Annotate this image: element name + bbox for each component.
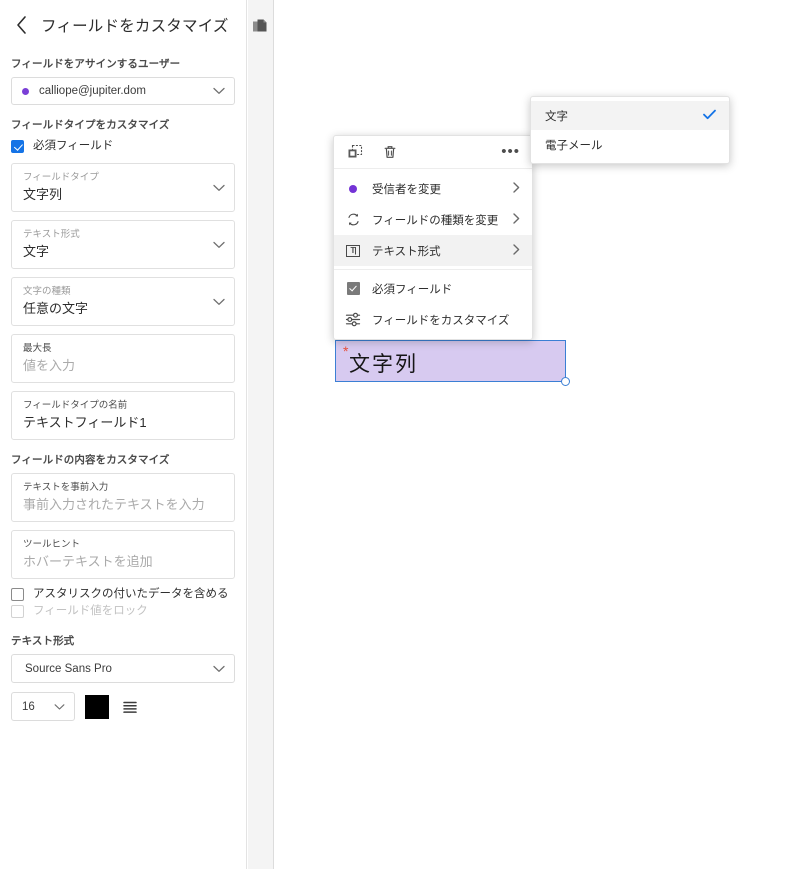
- required-field-checkbox[interactable]: [11, 140, 24, 153]
- recipient-dot-icon: [345, 181, 361, 197]
- tooltip-input[interactable]: ツールヒント ホバーテキストを追加: [11, 530, 235, 579]
- field-type-name-label: フィールドタイプの名前: [23, 400, 128, 411]
- chevron-down-icon: [54, 703, 65, 710]
- submenu-item-email[interactable]: 電子メール: [531, 130, 729, 159]
- submenu-item-label: 電子メール: [545, 139, 603, 152]
- text-format-label: テキスト形式: [23, 229, 80, 240]
- lock-field-value-checkbox: [11, 605, 24, 618]
- text-format-icon: T|: [345, 243, 361, 259]
- tooltip-placeholder: ホバーテキストを追加: [23, 554, 153, 569]
- customize-field-sidebar: フィールドをカスタマイズ フィールドをアサインするユーザー calliope@j…: [0, 0, 247, 869]
- recipient-value: calliope@jupiter.dom: [39, 85, 146, 97]
- lock-field-value-checkbox-row: フィールド値をロック: [0, 604, 246, 619]
- field-context-menu: ••• 受信者を変更 フィールドの種類を変更 T| テキスト形式 必須フィールド…: [333, 135, 533, 340]
- font-size-value: 16: [22, 700, 35, 713]
- document-text-field[interactable]: * 文字列: [335, 340, 570, 386]
- submenu-item-text[interactable]: 文字: [531, 101, 729, 130]
- font-color-swatch[interactable]: [85, 694, 109, 719]
- panel-header: フィールドをカスタマイズ: [0, 0, 246, 44]
- more-options-icon[interactable]: •••: [501, 144, 520, 159]
- menu-item-label: 必須フィールド: [372, 283, 453, 296]
- font-family-select[interactable]: Source Sans Pro: [11, 654, 235, 683]
- recipient-field-wrap: calliope@jupiter.dom: [0, 77, 246, 105]
- chevron-down-icon: [213, 87, 225, 95]
- menu-item-label: フィールドをカスタマイズ: [372, 314, 510, 327]
- chevron-right-icon: [513, 242, 520, 260]
- prefill-text-input[interactable]: テキストを事前入力 事前入力されたテキストを入力: [11, 473, 235, 522]
- document-canvas[interactable]: ••• 受信者を変更 フィールドの種類を変更 T| テキスト形式 必須フィールド…: [275, 0, 801, 869]
- include-asterisk-data-label: アスタリスクの付いたデータを含める: [33, 588, 229, 600]
- submenu-item-label: 文字: [545, 110, 568, 123]
- trash-icon[interactable]: [380, 142, 400, 162]
- character-type-label: 文字の種類: [23, 286, 71, 297]
- section-label-assign-user: フィールドをアサインするユーザー: [11, 58, 181, 70]
- change-field-type-icon: [345, 212, 361, 228]
- character-type-value: 任意の文字: [23, 301, 89, 316]
- context-menu-items: 受信者を変更 フィールドの種類を変更 T| テキスト形式 必須フィールド フィー…: [334, 169, 532, 335]
- max-length-placeholder: 値を入力: [23, 358, 76, 373]
- field-type-name-value: テキストフィールド1: [23, 415, 147, 430]
- chevron-right-icon: [513, 180, 520, 198]
- font-size-select[interactable]: 16: [11, 692, 75, 721]
- text-format-select[interactable]: テキスト形式 文字: [11, 220, 235, 269]
- sliders-icon: [345, 312, 361, 328]
- application-window: フィールドをカスタマイズ フィールドをアサインするユーザー calliope@j…: [0, 0, 801, 869]
- text-format-value: 文字: [23, 244, 50, 259]
- left-rail: [248, 0, 274, 869]
- chevron-down-icon: [213, 665, 225, 673]
- field-content-fields: テキストを事前入力 事前入力されたテキストを入力 ツールヒント ホバーテキストを…: [0, 473, 246, 579]
- required-field-checkbox-row[interactable]: 必須フィールド: [0, 139, 246, 154]
- max-length-input[interactable]: 最大長 値を入力: [11, 334, 235, 383]
- lock-field-value-label: フィールド値をロック: [33, 605, 148, 617]
- field-type-select[interactable]: フィールドタイプ 文字列: [11, 163, 235, 212]
- menu-item-change-recipient[interactable]: 受信者を変更: [334, 173, 532, 204]
- chevron-right-icon: [513, 211, 520, 229]
- document-field-text: 文字列: [349, 353, 418, 376]
- chevron-down-icon: [213, 241, 225, 249]
- menu-item-text-format[interactable]: T| テキスト形式: [334, 235, 532, 266]
- duplicate-icon[interactable]: [345, 142, 365, 162]
- section-label-text-format: テキスト形式: [11, 635, 75, 647]
- resize-handle[interactable]: [561, 377, 570, 386]
- section-label-customize-field-type: フィールドタイプをカスタマイズ: [11, 119, 170, 131]
- chevron-left-icon[interactable]: [10, 14, 32, 36]
- field-type-label: フィールドタイプ: [23, 172, 99, 183]
- menu-item-required-field[interactable]: 必須フィールド: [334, 273, 532, 304]
- text-format-submenu: 文字 電子メール: [530, 96, 730, 164]
- context-menu-toolbar: •••: [334, 136, 532, 169]
- section-label-customize-field-content: フィールドの内容をカスタマイズ: [11, 454, 170, 466]
- page-title: フィールドをカスタマイズ: [41, 18, 229, 35]
- include-asterisk-data-checkbox-row[interactable]: アスタリスクの付いたデータを含める: [0, 587, 246, 602]
- recipient-select[interactable]: calliope@jupiter.dom: [11, 77, 235, 105]
- menu-item-customize-field[interactable]: フィールドをカスタマイズ: [334, 304, 532, 335]
- menu-divider: [334, 269, 532, 270]
- include-asterisk-data-checkbox[interactable]: [11, 588, 24, 601]
- menu-item-label: テキスト形式: [372, 245, 441, 258]
- required-field-label: 必須フィールド: [33, 140, 114, 152]
- pages-icon[interactable]: [252, 17, 270, 35]
- character-type-select[interactable]: 文字の種類 任意の文字: [11, 277, 235, 326]
- field-type-value: 文字列: [23, 187, 63, 202]
- menu-item-label: 受信者を変更: [372, 183, 441, 196]
- menu-item-label: フィールドの種類を変更: [372, 214, 499, 227]
- chevron-down-icon: [213, 184, 225, 192]
- tooltip-label: ツールヒント: [23, 539, 81, 550]
- checkbox-checked-icon: [345, 281, 361, 297]
- check-icon: [703, 107, 716, 125]
- prefill-text-label: テキストを事前入力: [23, 482, 109, 493]
- required-marker: *: [343, 343, 349, 359]
- chevron-down-icon: [213, 298, 225, 306]
- font-family-wrap: Source Sans Pro: [0, 654, 246, 683]
- align-justify-icon[interactable]: [119, 696, 141, 718]
- field-type-name-input[interactable]: フィールドタイプの名前 テキストフィールド1: [11, 391, 235, 440]
- field-type-fields: フィールドタイプ 文字列 テキスト形式 文字 文字の種類 任意の文字 最大長 値…: [0, 163, 246, 440]
- recipient-color-dot-icon: [22, 87, 29, 95]
- menu-item-change-field-type[interactable]: フィールドの種類を変更: [334, 204, 532, 235]
- prefill-text-placeholder: 事前入力されたテキストを入力: [23, 497, 205, 512]
- max-length-label: 最大長: [23, 343, 52, 354]
- font-controls-row: 16: [0, 692, 246, 721]
- font-family-value: Source Sans Pro: [25, 662, 112, 675]
